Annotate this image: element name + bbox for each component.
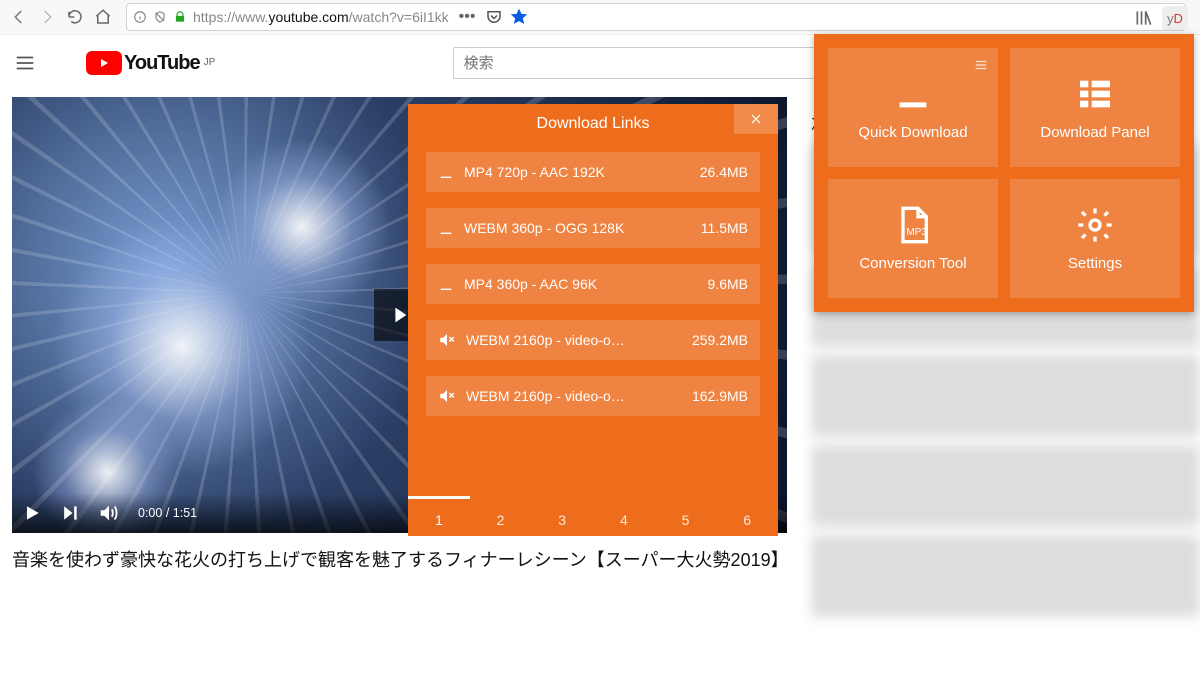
- menu-icon[interactable]: [14, 52, 36, 74]
- sidebar-thumbnail[interactable]: [811, 445, 1200, 527]
- lock-icon: [173, 10, 187, 24]
- video-title: 音楽を使わず豪快な花火の打ち上げで観客を魅了するフィナーレシーン【スーパー大火勢…: [12, 547, 783, 574]
- youtube-word: YouTube: [124, 52, 200, 75]
- tile-label: Download Panel: [1040, 124, 1149, 141]
- download-tab[interactable]: 2: [470, 496, 532, 536]
- library-icon[interactable]: [1134, 8, 1154, 28]
- sidebar-thumbnail[interactable]: [811, 355, 1200, 437]
- download-item[interactable]: WEBM 2160p - video-o… 162.9MB: [426, 376, 760, 416]
- shield-icon: [153, 10, 167, 24]
- download-item[interactable]: MP4 720p - AAC 192K 26.4MB: [426, 152, 760, 192]
- download-item-size: 9.6MB: [708, 276, 748, 292]
- time-display: 0:00 / 1:51: [138, 506, 197, 520]
- download-tab[interactable]: 1: [408, 496, 470, 536]
- youtube-region: JP: [204, 57, 216, 68]
- tile-download-panel[interactable]: Download Panel: [1010, 48, 1180, 167]
- download-item-label: WEBM 360p - OGG 128K: [464, 220, 691, 236]
- play-button[interactable]: [22, 503, 42, 523]
- pocket-icon[interactable]: [485, 8, 503, 26]
- address-bar[interactable]: https://www.youtube.com/watch?v=6iI1kk •…: [126, 3, 1186, 31]
- gear-icon: [1075, 205, 1115, 245]
- close-button[interactable]: [734, 104, 778, 134]
- download-tab[interactable]: 5: [655, 496, 717, 536]
- download-item-label: MP4 720p - AAC 192K: [464, 164, 690, 180]
- svg-text:MP3: MP3: [906, 227, 927, 238]
- download-links-panel: Download Links MP4 720p - AAC 192K 26.4MB…: [408, 104, 778, 536]
- download-item[interactable]: MP4 360p - AAC 96K 9.6MB: [426, 264, 760, 304]
- list-icon: [1075, 74, 1115, 114]
- browser-toolbar: https://www.youtube.com/watch?v=6iI1kk •…: [0, 0, 1200, 34]
- youtube-play-icon: [86, 51, 122, 75]
- download-icon: [438, 276, 454, 292]
- info-icon: [133, 10, 147, 24]
- tile-settings[interactable]: Settings: [1010, 179, 1180, 298]
- no-audio-icon: [438, 387, 456, 405]
- download-item-size: 259.2MB: [692, 332, 748, 348]
- tile-label: Conversion Tool: [859, 255, 966, 272]
- extension-popup: Quick Download Download Panel MP3 Conver…: [814, 34, 1194, 312]
- download-tab[interactable]: 3: [531, 496, 593, 536]
- tile-quick-download[interactable]: Quick Download: [828, 48, 998, 167]
- no-audio-icon: [438, 331, 456, 349]
- page-actions-icon[interactable]: •••: [459, 8, 476, 26]
- download-item-size: 11.5MB: [701, 220, 748, 236]
- tile-label: Quick Download: [858, 124, 967, 141]
- reload-icon[interactable]: [64, 6, 86, 28]
- youtube-logo[interactable]: YouTube JP: [86, 51, 215, 75]
- close-icon: [749, 112, 763, 126]
- home-icon[interactable]: [92, 6, 114, 28]
- sidebar-thumbnail[interactable]: [811, 535, 1200, 617]
- volume-button[interactable]: [98, 502, 120, 524]
- forward-icon[interactable]: [36, 6, 58, 28]
- download-icon: [438, 220, 454, 236]
- next-button[interactable]: [60, 503, 80, 523]
- download-icon: [893, 74, 933, 114]
- mp3-file-icon: MP3: [893, 205, 933, 245]
- download-tab[interactable]: 4: [593, 496, 655, 536]
- download-item-label: MP4 360p - AAC 96K: [464, 276, 698, 292]
- url-text: https://www.youtube.com/watch?v=6iI1kk: [193, 9, 449, 25]
- download-item-label: WEBM 2160p - video-o…: [466, 332, 682, 348]
- download-item-size: 162.9MB: [692, 388, 748, 404]
- download-icon: [438, 164, 454, 180]
- download-item-label: WEBM 2160p - video-o…: [466, 388, 682, 404]
- tile-conversion-tool[interactable]: MP3 Conversion Tool: [828, 179, 998, 298]
- tile-label: Settings: [1068, 255, 1122, 272]
- download-item[interactable]: WEBM 360p - OGG 128K 11.5MB: [426, 208, 760, 248]
- download-links-title: Download Links: [537, 115, 650, 133]
- download-item[interactable]: WEBM 2160p - video-o… 259.2MB: [426, 320, 760, 360]
- download-tab[interactable]: 6: [716, 496, 778, 536]
- download-item-size: 26.4MB: [700, 164, 748, 180]
- back-icon[interactable]: [8, 6, 30, 28]
- menu-mini-icon: [974, 58, 988, 72]
- bookmark-star-icon[interactable]: [509, 7, 529, 27]
